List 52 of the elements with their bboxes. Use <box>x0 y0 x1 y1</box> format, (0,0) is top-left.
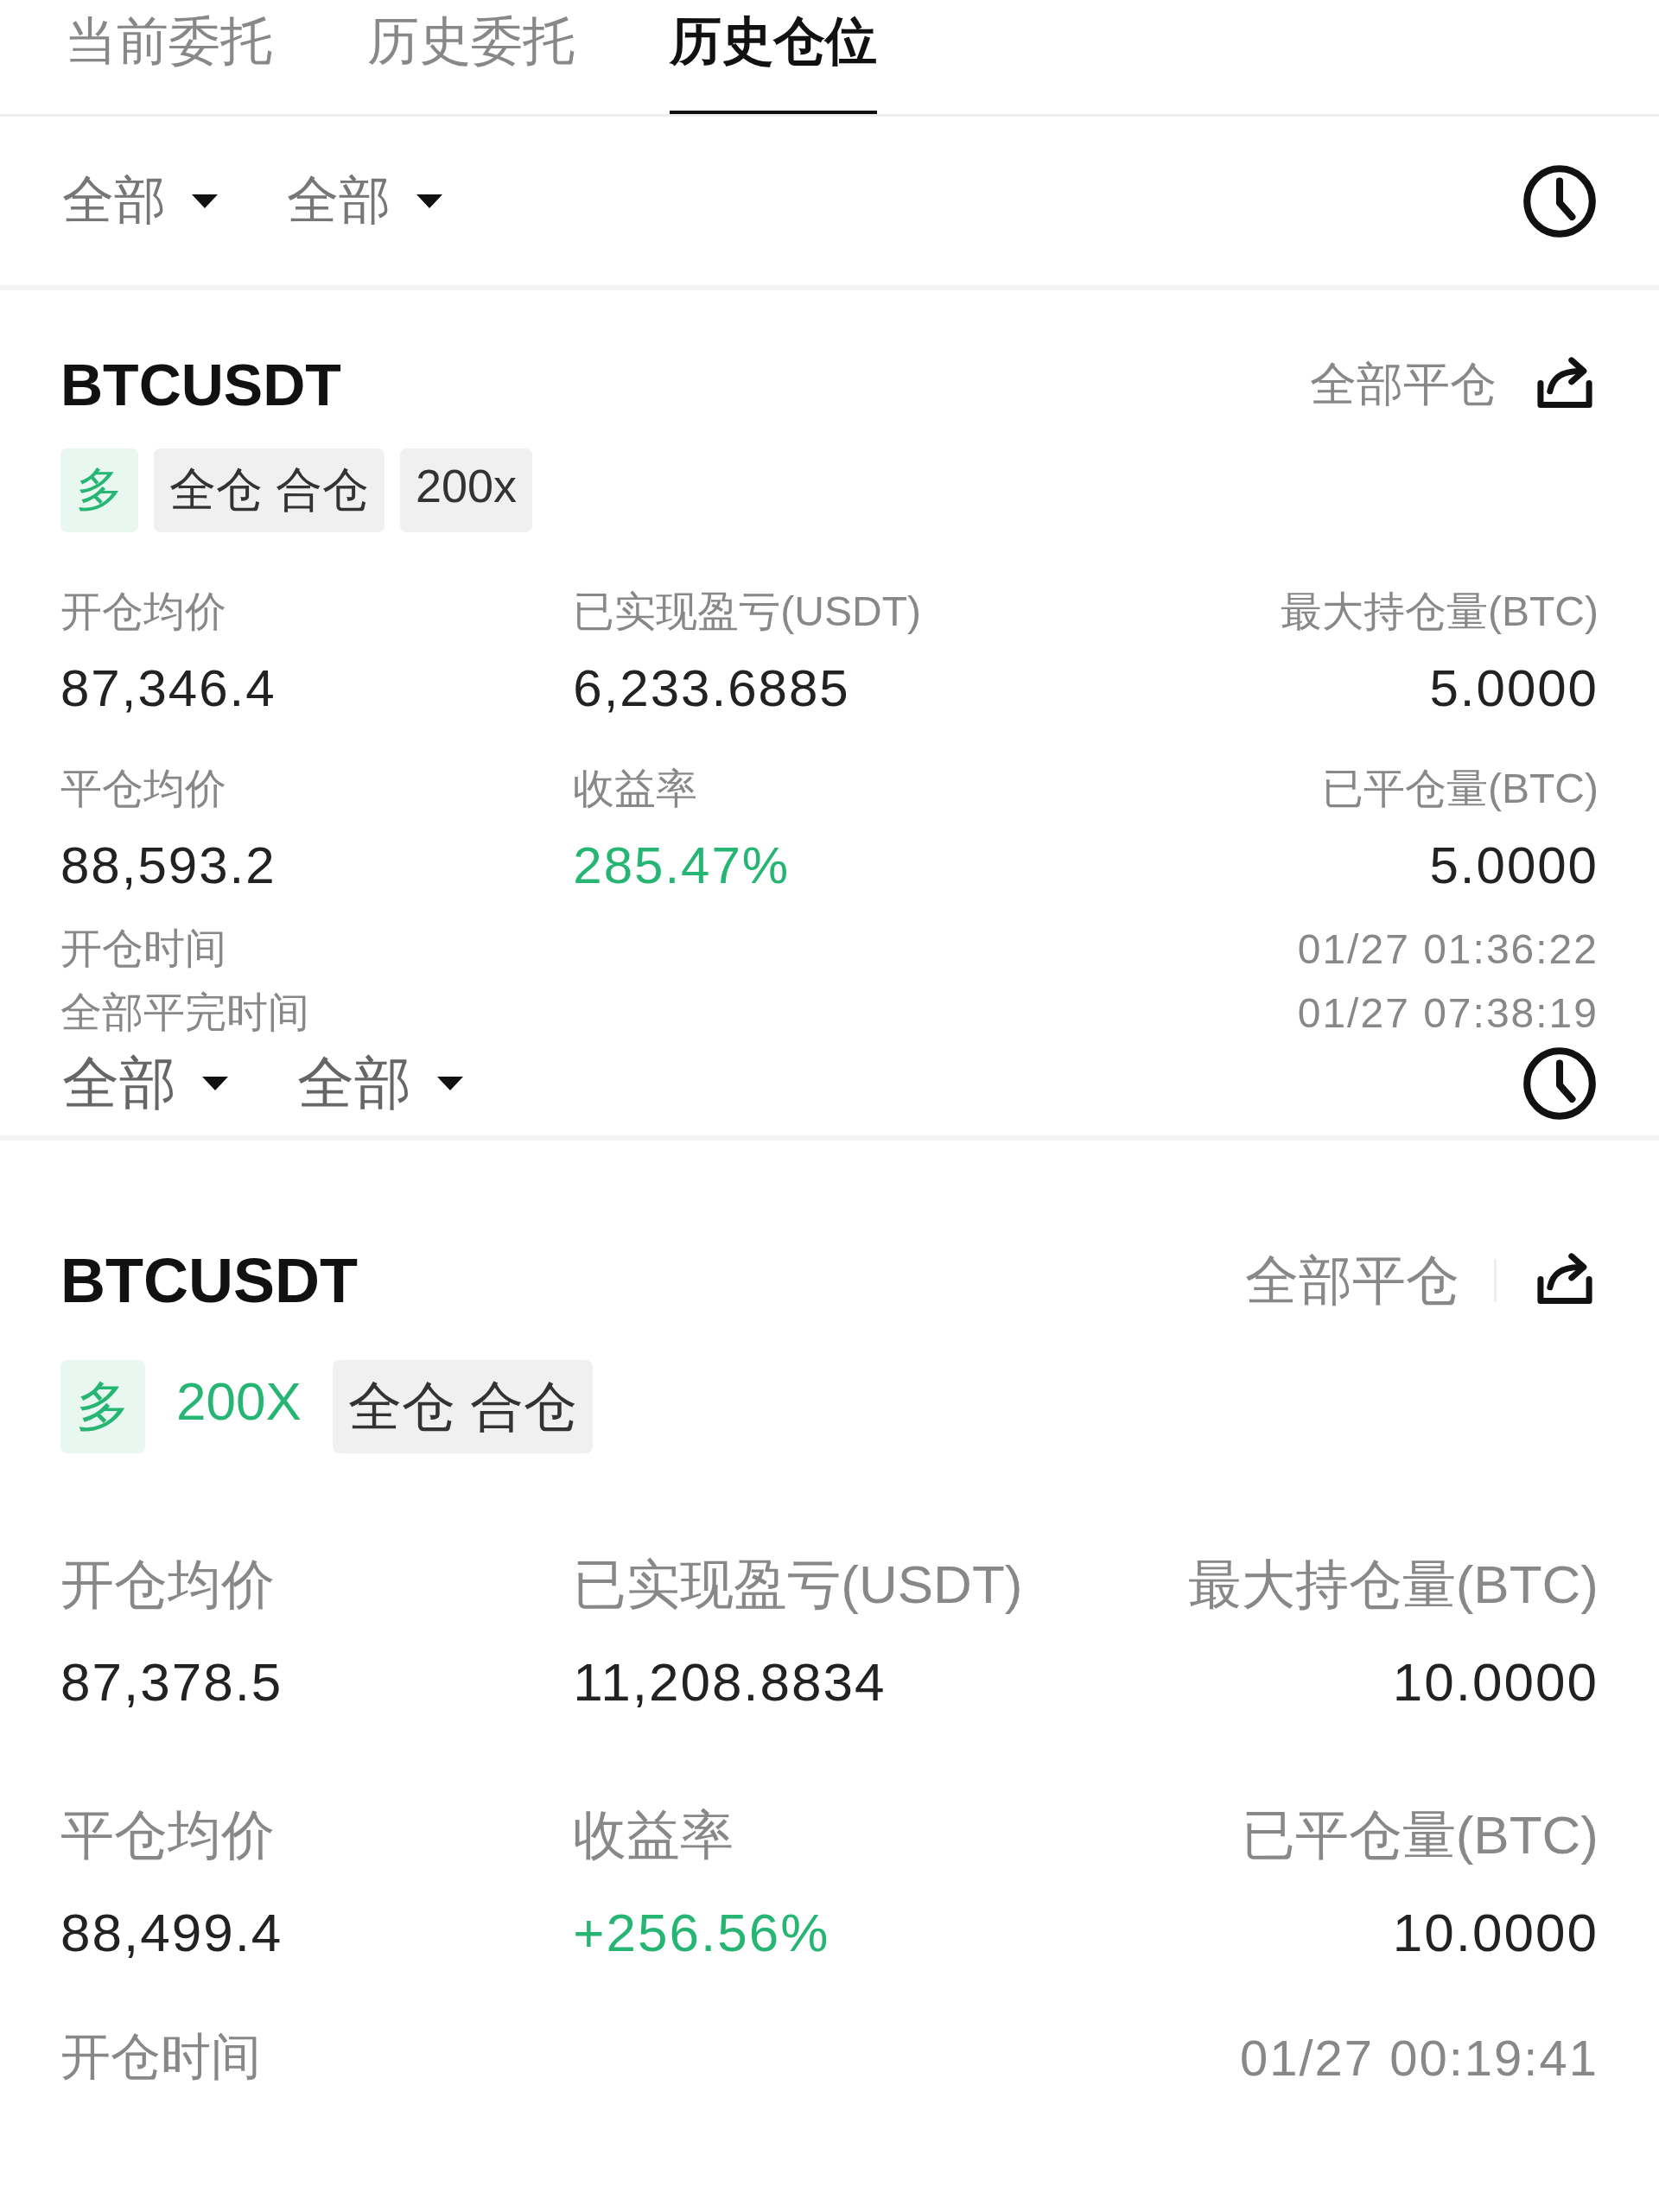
stat-value: 11,208.8834 <box>573 1651 887 1713</box>
caret-icon <box>192 194 218 208</box>
time-label: 全部平完时间 <box>60 988 309 1037</box>
caret-icon <box>416 194 442 208</box>
close-all-link[interactable]: 全部平仓 <box>1310 353 1497 416</box>
stat-label: 平仓均价 <box>60 765 227 813</box>
symbol-title: BTCUSDT <box>60 351 341 418</box>
time-label: 开仓时间 <box>60 925 226 973</box>
stat-label: 收益率 <box>573 765 699 813</box>
stat-label: 已平仓量(BTC) <box>1241 1804 1599 1866</box>
tab[interactable]: 当前委托 <box>65 0 272 114</box>
tag: 全仓 合仓 <box>332 1360 594 1453</box>
tab[interactable]: 历史委托 <box>367 0 575 114</box>
stat-value: 5.0000 <box>1429 836 1599 895</box>
stat-value: 285.47% <box>573 836 791 895</box>
stat-value: 87,346.4 <box>60 658 277 718</box>
tag: 多 <box>60 448 138 532</box>
caret-icon <box>202 1077 228 1090</box>
time-value: 01/27 01:36:22 <box>1297 925 1599 973</box>
tag: 200x <box>400 448 533 532</box>
tag: 全仓 合仓 <box>154 448 385 532</box>
filter-dropdown[interactable]: 全部 <box>62 166 218 236</box>
time-label: 开仓时间 <box>60 2027 261 2086</box>
stat-label: 已实现盈亏(USDT) <box>573 588 922 636</box>
time-value: 01/27 07:38:19 <box>1297 988 1599 1037</box>
symbol-title: BTCUSDT <box>60 1245 358 1316</box>
time-value: 01/27 00:19:41 <box>1239 2028 1599 2087</box>
filter-dropdown[interactable]: 全部 <box>287 166 442 236</box>
stat-label: 平仓均价 <box>60 1804 276 1866</box>
filter-dropdown[interactable]: 全部 <box>297 1045 463 1122</box>
tag: 200X <box>161 1360 317 1453</box>
stat-label: 已平仓量(BTC) <box>1322 765 1599 813</box>
stat-label: 最大持仓量(BTC) <box>1281 588 1599 636</box>
filter-dropdown[interactable]: 全部 <box>62 1045 228 1122</box>
caret-icon <box>437 1077 463 1090</box>
tag: 多 <box>60 1360 145 1453</box>
stat-value: 87,378.5 <box>60 1651 284 1713</box>
stat-label: 已实现盈亏(USDT) <box>573 1554 1024 1616</box>
stat-label: 最大持仓量(BTC) <box>1187 1554 1599 1616</box>
close-all-link[interactable]: 全部平仓 <box>1245 1244 1459 1317</box>
stat-value: 10.0000 <box>1392 1902 1599 1963</box>
stat-value: 10.0000 <box>1392 1651 1599 1713</box>
stat-value: 88,593.2 <box>60 836 277 895</box>
stat-label: 开仓均价 <box>60 1554 276 1616</box>
stat-value: 5.0000 <box>1429 658 1599 718</box>
stat-value: +256.56% <box>573 1902 831 1963</box>
tab[interactable]: 历史仓位 <box>670 0 877 114</box>
stat-value: 88,499.4 <box>60 1902 284 1963</box>
stat-label: 开仓均价 <box>60 588 227 636</box>
history-icon[interactable] <box>1521 1045 1599 1122</box>
stat-value: 6,233.6885 <box>573 658 851 718</box>
stat-label: 收益率 <box>573 1804 735 1866</box>
